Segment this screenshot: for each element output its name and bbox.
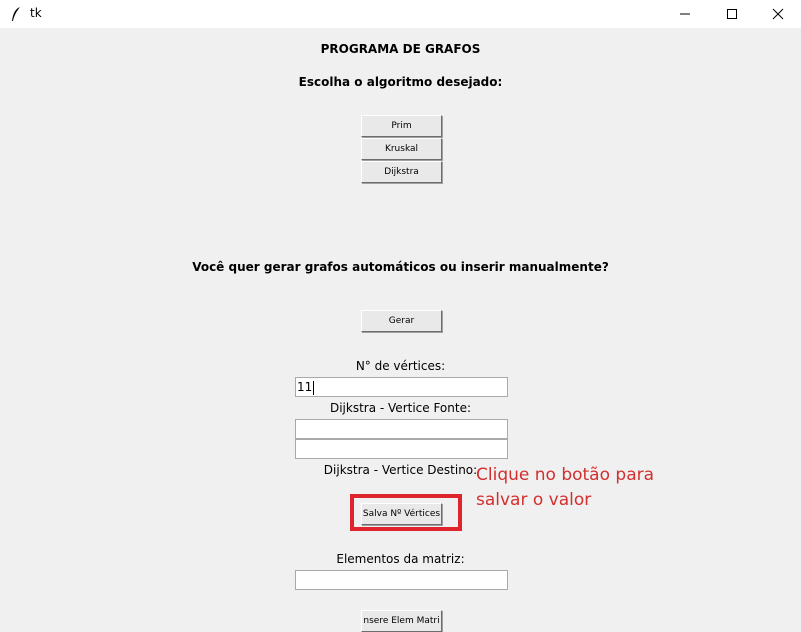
kruskal-button[interactable]: Kruskal — [361, 138, 442, 160]
text-caret — [313, 380, 315, 395]
source-vertex-input[interactable] — [295, 419, 508, 439]
vertices-label: N° de vértices: — [355, 359, 446, 373]
minimize-button[interactable] — [662, 0, 708, 28]
close-icon — [772, 8, 784, 20]
program-title: PROGRAMA DE GRAFOS — [320, 42, 481, 56]
generate-button[interactable]: Gerar — [361, 310, 442, 332]
maximize-icon — [727, 9, 737, 19]
choose-algorithm-prompt: Escolha o algoritmo desejado: — [298, 75, 503, 89]
matrix-elements-label: Elementos da matriz: — [336, 552, 465, 566]
window-title: tk — [30, 6, 42, 20]
matrix-elements-input[interactable] — [295, 570, 508, 590]
title-bar: tk — [0, 0, 801, 28]
annotation-line-1: Clique no botão para — [476, 465, 655, 485]
source-vertex-label: Dijkstra - Vertice Fonte: — [329, 401, 472, 415]
dijkstra-button[interactable]: Dijkstra — [361, 161, 442, 183]
annotation-callout: Clique no botão para salvar o valor — [476, 463, 654, 513]
destination-vertex-label: Dijkstra - Vertice Destino: — [323, 463, 478, 477]
annotation-line-2: salvar o valor — [476, 490, 592, 510]
destination-vertex-input[interactable] — [295, 439, 508, 459]
prim-button[interactable]: Prim — [361, 115, 442, 137]
close-button[interactable] — [755, 0, 801, 28]
vertices-input[interactable]: 11 — [295, 377, 508, 397]
tk-feather-icon — [12, 7, 20, 21]
generation-question: Você quer gerar grafos automáticos ou in… — [192, 260, 609, 274]
minimize-icon — [680, 13, 690, 15]
insert-matrix-button[interactable]: nsere Elem Matri — [361, 610, 442, 632]
vertices-input-value: 11 — [297, 380, 313, 394]
maximize-button[interactable] — [709, 0, 755, 28]
annotation-highlight-box — [350, 494, 462, 531]
